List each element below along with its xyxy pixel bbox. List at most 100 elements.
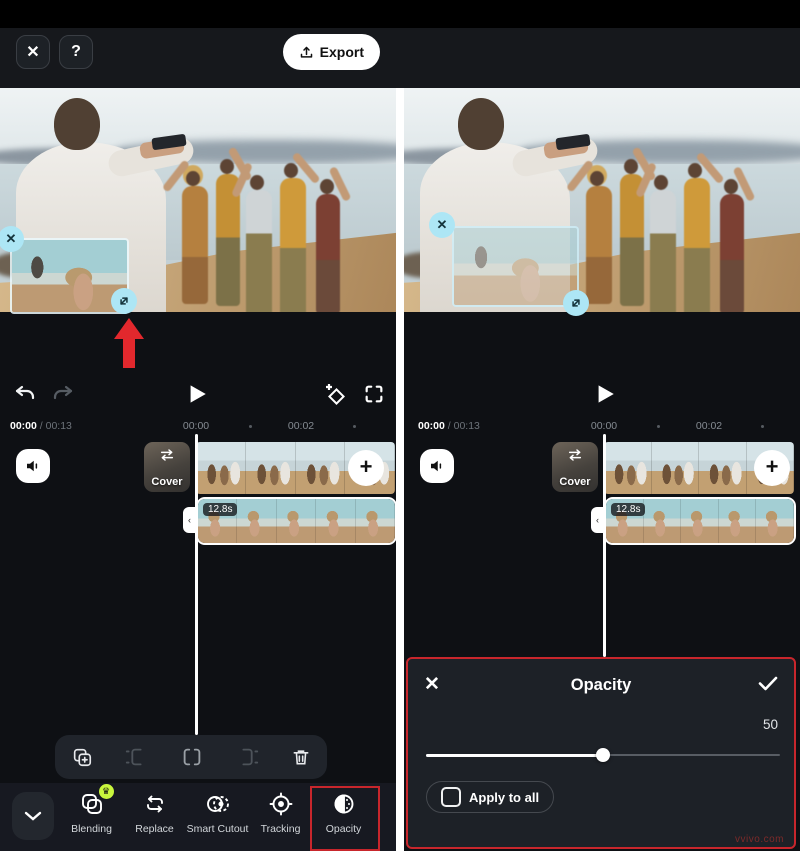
add-clip-button[interactable]: + bbox=[754, 450, 790, 486]
timeline-ruler: 00:00 / 00:13 00:00 00:02 bbox=[0, 420, 396, 434]
opacity-slider[interactable] bbox=[426, 747, 780, 763]
cover-thumbnail[interactable]: Cover bbox=[144, 442, 190, 492]
tracking-icon bbox=[268, 789, 294, 819]
pip-resize-handle[interactable] bbox=[563, 290, 589, 316]
toolbar-item-opacity[interactable]: Opacity bbox=[312, 789, 375, 835]
checkbox-icon bbox=[441, 787, 461, 807]
toolbar-item-smart-cutout[interactable]: Smart Cutout bbox=[186, 789, 249, 835]
play-icon bbox=[183, 381, 209, 407]
blending-icon: ♛ bbox=[79, 789, 105, 819]
close-button[interactable]: ✕ bbox=[16, 35, 50, 69]
swap-cover-icon bbox=[144, 449, 190, 461]
keyframe-icon bbox=[323, 381, 349, 407]
ruler-tick: 00:00 bbox=[183, 420, 209, 432]
checkmark-icon bbox=[756, 671, 780, 695]
editor-screen-before: ✕ ? Export bbox=[0, 0, 396, 851]
toolbar-item-blending[interactable]: ♛ Blending bbox=[60, 789, 123, 835]
fullscreen-button[interactable] bbox=[357, 377, 391, 411]
apply-to-all-label: Apply to all bbox=[469, 790, 539, 805]
playhead[interactable] bbox=[195, 434, 198, 735]
help-icon: ? bbox=[71, 43, 81, 61]
trim-right-button[interactable] bbox=[236, 746, 260, 768]
undo-icon bbox=[13, 382, 37, 406]
timeline-ruler: 00:00 / 00:13 00:00 00:02 bbox=[404, 420, 800, 434]
header-bar bbox=[404, 28, 800, 88]
mute-track-button[interactable] bbox=[420, 449, 454, 483]
split-icon bbox=[180, 746, 204, 768]
redo-button[interactable] bbox=[46, 377, 80, 411]
cover-label: Cover bbox=[144, 476, 190, 488]
slider-thumb[interactable] bbox=[596, 748, 610, 762]
ruler-tick: 00:00 bbox=[591, 420, 617, 432]
swap-cover-icon bbox=[552, 449, 598, 461]
pip-video-clip[interactable]: 12.8s bbox=[604, 497, 796, 545]
opacity-value: 50 bbox=[763, 717, 778, 732]
pro-badge-icon: ♛ bbox=[99, 784, 114, 799]
trim-right-icon bbox=[236, 746, 260, 768]
chevron-down-icon bbox=[24, 810, 42, 822]
watermark: vvivo.com bbox=[735, 834, 784, 845]
time-display: 00:00 / 00:13 bbox=[418, 420, 480, 432]
resize-diagonal-icon bbox=[569, 296, 583, 310]
fullscreen-icon bbox=[363, 383, 385, 405]
play-button[interactable] bbox=[587, 377, 621, 411]
speaker-icon bbox=[24, 457, 42, 475]
group-figures bbox=[180, 152, 370, 312]
split-button[interactable] bbox=[180, 746, 204, 768]
duplicate-button[interactable] bbox=[71, 746, 93, 768]
speaker-icon bbox=[428, 457, 446, 475]
time-display: 00:00 / 00:13 bbox=[10, 420, 72, 432]
redo-icon bbox=[51, 382, 75, 406]
toolbar-item-tracking[interactable]: Tracking bbox=[249, 789, 312, 835]
toolbar-item-replace[interactable]: Replace bbox=[123, 789, 186, 835]
pip-video bbox=[12, 240, 127, 312]
panel-gap bbox=[396, 28, 404, 88]
play-icon bbox=[591, 381, 617, 407]
close-icon: ✕ bbox=[26, 42, 39, 62]
trim-left-icon bbox=[124, 746, 148, 768]
clip-duration-badge: 12.8s bbox=[611, 503, 645, 516]
annotation-arrow-up bbox=[114, 318, 144, 368]
upload-icon bbox=[299, 45, 314, 60]
editor-screen-after: ✕ 00:00 / 00:13 00:00 00:02 bbox=[404, 0, 800, 851]
trash-icon bbox=[291, 746, 311, 768]
status-bar bbox=[0, 0, 800, 28]
export-button[interactable]: Export bbox=[283, 34, 380, 70]
trim-left-button[interactable] bbox=[124, 746, 148, 768]
pip-resize-handle[interactable] bbox=[111, 288, 137, 314]
pip-remove-handle[interactable]: ✕ bbox=[429, 212, 455, 238]
panel-title: Opacity bbox=[408, 676, 794, 695]
smart-cutout-icon bbox=[204, 789, 232, 819]
opacity-panel: ✕ Opacity 50 Apply to all vvivo.com bbox=[406, 657, 796, 849]
replace-icon bbox=[142, 789, 168, 819]
play-button[interactable] bbox=[179, 377, 213, 411]
remove-icon: ✕ bbox=[6, 231, 17, 247]
collapse-toolbar-button[interactable] bbox=[12, 792, 54, 840]
duplicate-icon bbox=[71, 746, 93, 768]
playhead[interactable] bbox=[603, 434, 606, 657]
delete-clip-button[interactable] bbox=[291, 746, 311, 768]
slider-fill bbox=[426, 754, 603, 757]
opacity-icon bbox=[331, 789, 357, 819]
cover-thumbnail[interactable]: Cover bbox=[552, 442, 598, 492]
resize-diagonal-icon bbox=[117, 294, 131, 308]
mute-track-button[interactable] bbox=[16, 449, 50, 483]
bottom-toolbar: ♛ Blending Replace bbox=[0, 783, 396, 851]
screenshot-pair: ✕ ? Export bbox=[0, 0, 800, 851]
clip-duration-badge: 12.8s bbox=[203, 503, 237, 516]
cover-label: Cover bbox=[552, 476, 598, 488]
undo-button[interactable] bbox=[8, 377, 42, 411]
toolbar-items: ♛ Blending Replace bbox=[60, 789, 375, 835]
ruler-tick: 00:02 bbox=[288, 420, 314, 432]
header-bar: ✕ ? Export bbox=[0, 28, 396, 88]
apply-to-all-button[interactable]: Apply to all bbox=[426, 781, 554, 813]
clip-tools-pill bbox=[55, 735, 327, 779]
pip-video-clip[interactable]: 12.8s bbox=[196, 497, 396, 545]
pip-overlay-translucent[interactable] bbox=[452, 226, 579, 307]
panel-confirm-button[interactable] bbox=[756, 671, 780, 695]
add-clip-button[interactable]: + bbox=[348, 450, 384, 486]
add-keyframe-button[interactable] bbox=[319, 377, 353, 411]
help-button[interactable]: ? bbox=[59, 35, 93, 69]
group-figures bbox=[584, 152, 774, 312]
ruler-tick: 00:02 bbox=[696, 420, 722, 432]
